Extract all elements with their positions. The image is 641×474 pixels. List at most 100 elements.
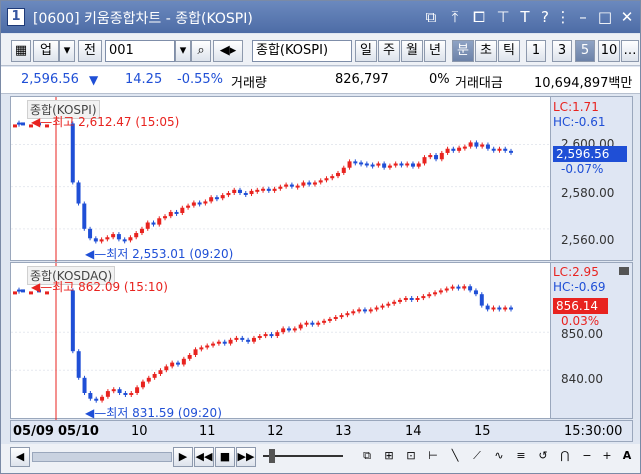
pin-top-icon[interactable]: ⤒ bbox=[445, 7, 465, 27]
close-icon[interactable]: ✕ bbox=[617, 7, 637, 27]
kospi-high-label: ◀—최고 2,612.47 (15:05) bbox=[31, 113, 179, 130]
period-day[interactable]: 일 bbox=[355, 40, 377, 62]
candle bbox=[509, 150, 513, 153]
candle bbox=[275, 332, 280, 336]
all-button[interactable]: 전 bbox=[78, 40, 102, 62]
candle bbox=[170, 362, 175, 367]
prior-day-candle bbox=[13, 124, 17, 128]
sound-icon[interactable]: ◀▸ bbox=[213, 40, 243, 62]
help-icon[interactable]: ? bbox=[535, 7, 555, 27]
time-label-0510: 05/10 bbox=[58, 424, 99, 439]
lines-tool-icon[interactable]: ≡ bbox=[511, 447, 531, 467]
maximize-icon[interactable]: □ bbox=[595, 7, 615, 27]
candle bbox=[301, 182, 306, 186]
candle bbox=[479, 294, 484, 306]
line-tool-icon[interactable]: ⟋ bbox=[467, 447, 487, 467]
app-number-icon[interactable]: 1 bbox=[7, 8, 25, 26]
collapse-pane-icon[interactable] bbox=[619, 267, 629, 275]
candle bbox=[298, 324, 303, 329]
candle bbox=[269, 334, 274, 337]
kospi-current-pct: -0.07% bbox=[561, 162, 604, 176]
time-axis: 05/09 05/10 10 11 12 13 14 15 15:30:00 bbox=[10, 420, 633, 442]
category-select[interactable]: 업 bbox=[33, 40, 59, 62]
link-window-icon[interactable]: ⧉ bbox=[421, 7, 441, 27]
candle bbox=[403, 298, 408, 300]
magnet-icon[interactable]: ⋂ bbox=[555, 447, 575, 467]
candle bbox=[392, 301, 397, 304]
candle bbox=[380, 305, 385, 308]
period-minute[interactable]: 분 bbox=[452, 40, 474, 62]
crosshair-icon[interactable]: ⊢ bbox=[423, 447, 443, 467]
cursor-time: 15:30:00 bbox=[564, 424, 623, 439]
candle bbox=[158, 370, 163, 374]
candle bbox=[485, 144, 490, 149]
kosdaq-chart-pane[interactable]: 종합(KOSDAQ) ◀—최고 862.09 (15:10) ◀—최저 831.… bbox=[10, 262, 552, 420]
code-dropdown-icon[interactable]: ▾ bbox=[175, 40, 191, 62]
zoom-in-icon[interactable]: + bbox=[597, 447, 617, 467]
candle bbox=[386, 303, 391, 306]
play-icon[interactable]: ▶ bbox=[173, 447, 193, 467]
menu-icon[interactable]: ⋮ bbox=[553, 7, 573, 27]
auto-scale-icon[interactable]: A bbox=[617, 447, 637, 467]
candle bbox=[220, 195, 225, 199]
grid-menu-icon[interactable]: ▦ bbox=[11, 40, 31, 62]
fast-forward-icon[interactable]: ▶▶ bbox=[236, 447, 256, 467]
interval-3[interactable]: 3 bbox=[552, 40, 572, 62]
kospi-high-text: 최고 2,612.47 (15:05) bbox=[52, 115, 180, 129]
candle bbox=[457, 147, 462, 151]
kospi-price-axis[interactable]: LC:1.71 HC:-0.61 2,600.00 2,596.56 -0.07… bbox=[551, 96, 633, 261]
volume-label: 거래량 bbox=[231, 76, 267, 91]
quote-change: 14.25 bbox=[125, 72, 163, 87]
zoom-slider[interactable] bbox=[263, 455, 343, 457]
restore-icon[interactable]: ↺ bbox=[533, 447, 553, 467]
candle bbox=[421, 296, 426, 299]
candle bbox=[211, 343, 216, 346]
zoom-out-icon[interactable]: − bbox=[577, 447, 597, 467]
candle bbox=[357, 309, 362, 312]
candle bbox=[255, 189, 260, 192]
time-label-13: 13 bbox=[335, 424, 352, 439]
candle bbox=[503, 148, 508, 151]
period-tick[interactable]: 틱 bbox=[498, 40, 520, 62]
candle bbox=[330, 176, 335, 179]
stop-icon[interactable]: ■ bbox=[215, 447, 235, 467]
candle bbox=[284, 184, 289, 187]
pin-icon[interactable]: ⊤ bbox=[493, 7, 513, 27]
interval-1[interactable]: 1 bbox=[526, 40, 546, 62]
period-second[interactable]: 초 bbox=[475, 40, 497, 62]
interval-5[interactable]: 5 bbox=[575, 40, 595, 62]
export-icon[interactable]: ⊡ bbox=[401, 447, 421, 467]
rewind-icon[interactable]: ◀◀ bbox=[194, 447, 214, 467]
wave-tool-icon[interactable]: ∿ bbox=[489, 447, 509, 467]
candle bbox=[462, 146, 467, 149]
split-icon[interactable]: ⊞ bbox=[379, 447, 399, 467]
chevron-down-icon[interactable]: ▾ bbox=[59, 40, 75, 62]
period-year[interactable]: 년 bbox=[424, 40, 446, 62]
candle bbox=[181, 358, 186, 365]
more-interval-button[interactable]: … bbox=[621, 40, 639, 62]
candle bbox=[295, 185, 300, 188]
layout-icon[interactable]: ⧉ bbox=[357, 447, 377, 467]
kosdaq-price-axis[interactable]: LC:2.95 HC:-0.69 856.14 0.03% 850.00 840… bbox=[551, 262, 633, 419]
candle bbox=[134, 233, 139, 238]
restore-layout-icon[interactable]: ⧠ bbox=[469, 7, 489, 27]
kospi-chart-pane[interactable]: 종합(KOSPI) ◀—최고 2,612.47 (15:05) ◀—최저 2,5… bbox=[10, 96, 552, 262]
candle bbox=[191, 202, 196, 206]
period-week[interactable]: 주 bbox=[378, 40, 400, 62]
trend-tool-icon[interactable]: ╲ bbox=[445, 447, 465, 467]
text-t-icon[interactable]: T bbox=[515, 7, 535, 27]
code-input[interactable]: 001 bbox=[105, 40, 175, 62]
interval-10[interactable]: 10 bbox=[598, 40, 620, 62]
period-month[interactable]: 월 bbox=[401, 40, 423, 62]
horizontal-scrollbar[interactable] bbox=[32, 452, 172, 462]
candle bbox=[409, 298, 414, 300]
candle bbox=[450, 286, 455, 289]
kosdaq-tick-840: 840.00 bbox=[561, 372, 603, 386]
scroll-left-icon[interactable]: ◀ bbox=[10, 447, 30, 467]
minimize-icon[interactable]: – bbox=[573, 7, 593, 27]
search-icon[interactable]: ⌕ bbox=[191, 40, 211, 62]
candle bbox=[353, 161, 358, 164]
kospi-hc: HC:-0.61 bbox=[553, 115, 606, 129]
zoom-slider-handle[interactable] bbox=[269, 449, 275, 463]
title-bar: 1 [0600] 키움종합차트 - 종합(KOSPI) ⧉ ⤒ ⧠ ⊤ T ? … bbox=[1, 1, 640, 33]
